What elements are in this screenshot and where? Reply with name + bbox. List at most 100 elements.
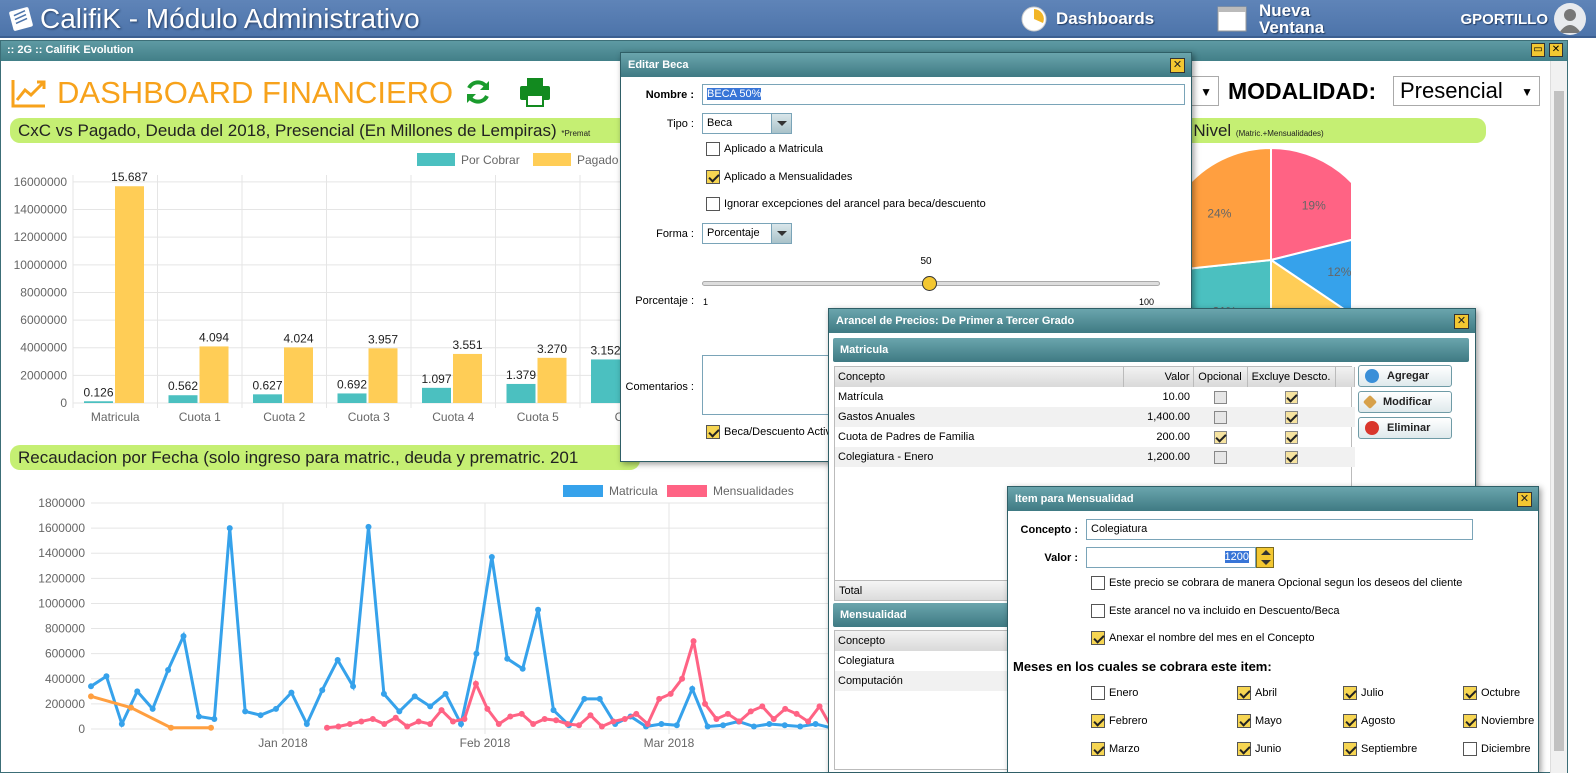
- mes-checkbox-mayo[interactable]: Mayo: [1237, 714, 1282, 728]
- checkbox[interactable]: [1237, 714, 1251, 728]
- valor-input[interactable]: 1200: [1086, 547, 1256, 568]
- cb-opcional[interactable]: Este precio se cobrara de manera Opciona…: [1091, 576, 1462, 590]
- table-row[interactable]: Matrícula 10.00: [835, 387, 1355, 407]
- table-row[interactable]: Cuota de Padres de Familia 200.00: [835, 427, 1355, 447]
- data-point: [713, 715, 720, 722]
- checkbox[interactable]: [1343, 686, 1357, 700]
- checkbox[interactable]: [1237, 742, 1251, 756]
- x-tick-label: Cuota 3: [348, 410, 390, 424]
- cb-ignorar-excepciones[interactable]: Ignorar excepciones del arancel para bec…: [706, 197, 986, 211]
- forma-label: Forma :: [656, 228, 694, 240]
- checkbox[interactable]: [706, 197, 720, 211]
- checkbox[interactable]: [1091, 714, 1105, 728]
- nueva-ventana-button[interactable]: Nueva Ventana: [1217, 2, 1324, 36]
- column-header[interactable]: Concepto: [835, 367, 1124, 387]
- checkbox[interactable]: [1284, 450, 1298, 464]
- forma-select[interactable]: Porcentaje: [702, 223, 792, 244]
- checkbox[interactable]: [1091, 604, 1105, 618]
- chevron-up-icon[interactable]: [1261, 550, 1271, 555]
- concepto-value: Colegiatura: [1091, 523, 1148, 535]
- close-icon[interactable]: ✕: [1517, 492, 1532, 507]
- eliminar-button[interactable]: Eliminar: [1358, 417, 1452, 439]
- mes-checkbox-enero[interactable]: Enero: [1091, 686, 1138, 700]
- checkbox[interactable]: [1463, 686, 1477, 700]
- data-point: [704, 723, 711, 730]
- window-close-button[interactable]: ✕: [1549, 43, 1563, 57]
- porcentaje-slider-track[interactable]: [702, 276, 1160, 291]
- cb-beca-activo[interactable]: Beca/Descuento Activ: [706, 425, 831, 439]
- slice-label: 12%: [1327, 265, 1351, 279]
- data-point: [380, 690, 387, 697]
- chevron-down-icon[interactable]: [1261, 560, 1271, 565]
- slider-handle[interactable]: [921, 276, 937, 291]
- vertical-scrollbar[interactable]: [1550, 61, 1567, 773]
- mes-label: Enero: [1109, 687, 1139, 699]
- close-icon[interactable]: ✕: [1454, 314, 1469, 329]
- checkbox[interactable]: [1213, 450, 1227, 464]
- checkbox[interactable]: [1091, 686, 1105, 700]
- checkbox[interactable]: [1284, 410, 1298, 424]
- data-point: [149, 705, 156, 712]
- checkbox[interactable]: [706, 170, 720, 184]
- chart2-header: Recaudacion por Fecha (solo ingreso para…: [10, 445, 640, 470]
- nombre-input[interactable]: BECA 50%: [702, 84, 1185, 105]
- mes-checkbox-diciembre[interactable]: Diciembre: [1463, 742, 1531, 756]
- tipo-select[interactable]: Beca: [702, 113, 792, 134]
- dashboards-button[interactable]: Dashboards: [1020, 4, 1154, 34]
- cb-anexar-mes[interactable]: Anexar el nombre del mes en el Concepto: [1091, 631, 1314, 645]
- mes-checkbox-julio[interactable]: Julio: [1343, 686, 1384, 700]
- print-icon[interactable]: [519, 77, 551, 107]
- valor-value: 1200: [1224, 551, 1249, 563]
- concepto-input[interactable]: Colegiatura: [1086, 519, 1473, 540]
- dashboard-title: DASHBOARD FINANCIERO: [11, 75, 453, 111]
- mes-checkbox-junio[interactable]: Junio: [1237, 742, 1281, 756]
- mes-checkbox-octubre[interactable]: Octubre: [1463, 686, 1520, 700]
- comentarios-textarea[interactable]: [702, 355, 832, 415]
- mes-checkbox-marzo[interactable]: Marzo: [1091, 742, 1140, 756]
- column-header[interactable]: Opcional: [1193, 367, 1248, 387]
- cb-aplicado-mensualidades[interactable]: Aplicado a Mensualidades: [706, 170, 852, 184]
- window-maximize-button[interactable]: ▭: [1531, 43, 1545, 57]
- chart1-header: CxC vs Pagado, Deuda del 2018, Presencia…: [10, 118, 640, 143]
- column-header[interactable]: Valor: [1123, 367, 1194, 387]
- checkbox[interactable]: [1343, 714, 1357, 728]
- refresh-icon[interactable]: [463, 77, 493, 107]
- close-icon[interactable]: ✕: [1170, 58, 1185, 73]
- checkbox[interactable]: [1284, 430, 1298, 444]
- checkbox[interactable]: [1213, 410, 1227, 424]
- checkbox[interactable]: [1091, 576, 1105, 590]
- column-header[interactable]: Excluye Descto.: [1247, 367, 1336, 387]
- checkbox[interactable]: [706, 142, 720, 156]
- mes-checkbox-septiembre[interactable]: Septiembre: [1343, 742, 1417, 756]
- checkbox[interactable]: [1463, 742, 1477, 756]
- table-row[interactable]: Gastos Anuales 1,400.00: [835, 407, 1355, 427]
- valor-label: Valor :: [1044, 552, 1078, 564]
- agregar-button[interactable]: Agregar: [1358, 365, 1452, 387]
- user-menu[interactable]: GPORTILLO: [1461, 3, 1586, 35]
- mes-checkbox-abril[interactable]: Abril: [1237, 686, 1277, 700]
- checkbox[interactable]: [1284, 390, 1298, 404]
- checkbox[interactable]: [706, 425, 720, 439]
- x-tick-label: Jan 2018: [258, 736, 308, 750]
- cb-no-incluido[interactable]: Este arancel no va incluido en Descuento…: [1091, 604, 1340, 618]
- table-row[interactable]: Colegiatura - Enero 1,200.00: [835, 447, 1355, 467]
- valor-spinner[interactable]: [1256, 547, 1274, 568]
- modificar-button[interactable]: Modificar: [1358, 391, 1452, 413]
- cb-aplicado-matricula[interactable]: Aplicado a Matricula: [706, 142, 823, 156]
- total-label: Total: [839, 585, 863, 597]
- top-bar: CalifiK - Módulo Administrativo Dashboar…: [0, 0, 1596, 38]
- data-point: [656, 695, 663, 702]
- y-tick-label: 0: [78, 722, 85, 736]
- mes-checkbox-febrero[interactable]: Febrero: [1091, 714, 1148, 728]
- modalidad-select[interactable]: Presencial ▼: [1393, 76, 1540, 106]
- checkbox[interactable]: [1091, 631, 1105, 645]
- checkbox[interactable]: [1343, 742, 1357, 756]
- checkbox[interactable]: [1213, 390, 1227, 404]
- slider-min: 1: [703, 297, 709, 307]
- checkbox[interactable]: [1213, 430, 1227, 444]
- mes-checkbox-agosto[interactable]: Agosto: [1343, 714, 1395, 728]
- checkbox[interactable]: [1091, 742, 1105, 756]
- checkbox[interactable]: [1237, 686, 1251, 700]
- mes-checkbox-noviembre[interactable]: Noviembre: [1463, 714, 1534, 728]
- checkbox[interactable]: [1463, 714, 1477, 728]
